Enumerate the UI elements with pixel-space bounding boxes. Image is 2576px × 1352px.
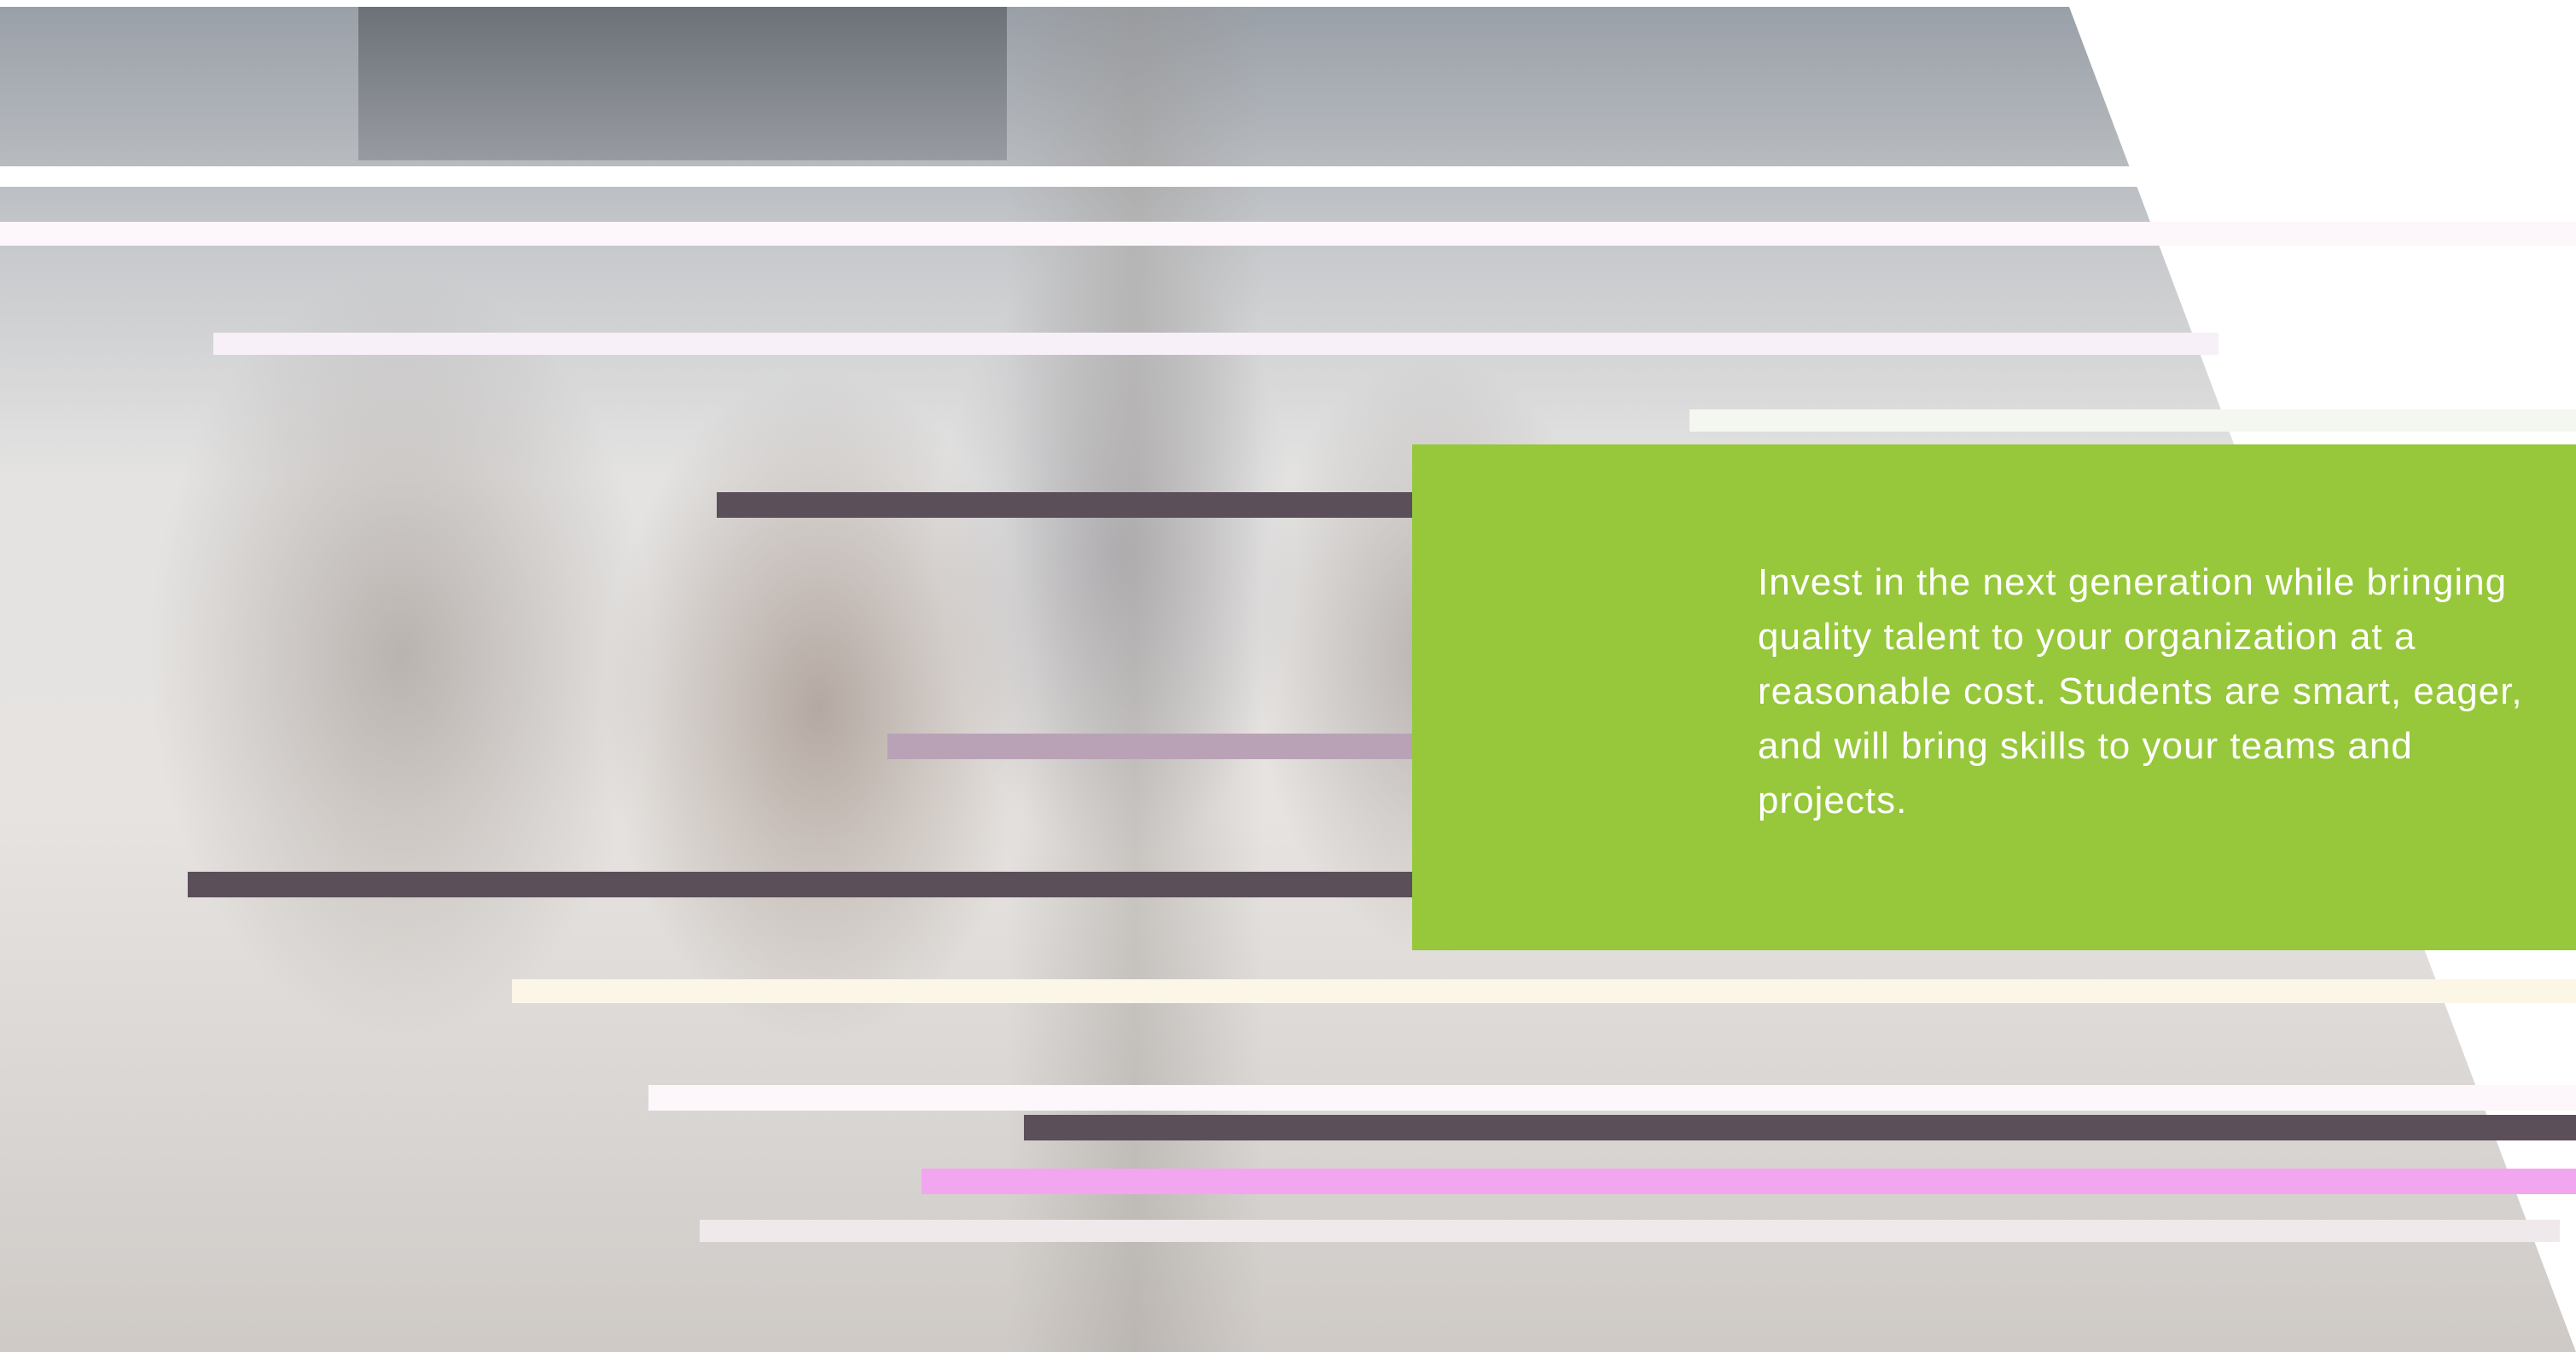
callout-panel: Invest in the next generation while brin… [1412,444,2576,950]
glitch-strip [648,1085,2576,1111]
glitch-strip [512,979,2576,1003]
glitch-strip [700,1220,2560,1242]
glitch-strip [1024,1115,2576,1140]
glitch-strip [0,222,2576,246]
glitch-strip [1689,409,2576,432]
glitch-strip [887,734,1416,759]
glitch-strip [922,1169,2576,1194]
callout-body-text: Invest in the next generation while brin… [1758,561,2523,821]
glitch-strip [213,333,2218,355]
page-canvas: Invest in the next generation while brin… [0,0,2576,1352]
glitch-strip [0,166,2150,187]
glitch-strip [717,492,1416,518]
glitch-strip [188,872,1416,897]
